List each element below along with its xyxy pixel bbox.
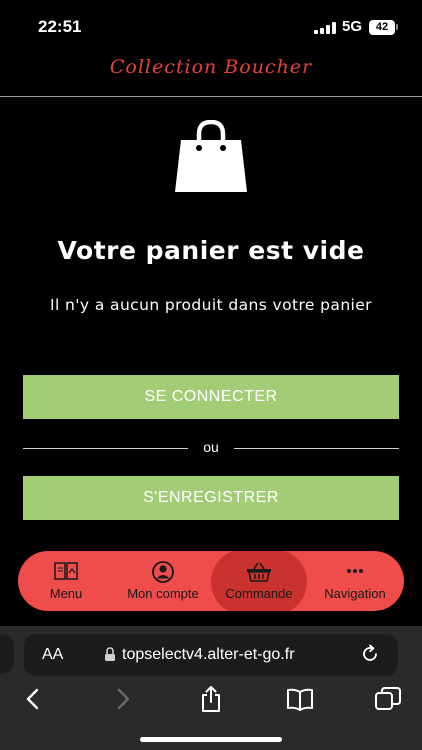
or-separator: ou — [23, 438, 399, 458]
share-icon[interactable] — [196, 684, 226, 714]
nav-label-navigation: Navigation — [324, 586, 386, 601]
book-menu-icon — [54, 562, 78, 580]
register-button[interactable]: S'ENREGISTRER — [23, 476, 399, 520]
user-account-icon — [152, 561, 174, 583]
nav-item-order[interactable]: Commande — [211, 551, 307, 611]
status-bar: 22:51 5G 42 — [0, 0, 422, 50]
lock-icon — [105, 647, 115, 661]
battery-tip — [396, 24, 398, 30]
tabs-icon[interactable] — [373, 684, 403, 714]
nav-label-account: Mon compte — [127, 586, 199, 601]
empty-cart-subtitle: Il n'y a aucun produit dans votre panier — [50, 296, 372, 314]
previous-tab-stub[interactable] — [0, 634, 14, 674]
bookmarks-icon[interactable] — [285, 684, 315, 714]
nav-item-navigation[interactable]: Navigation — [316, 551, 394, 611]
nav-label-menu: Menu — [49, 586, 83, 601]
shopping-bag-icon — [175, 120, 247, 192]
home-indicator — [140, 737, 282, 742]
login-button[interactable]: SE CONNECTER — [23, 375, 399, 419]
forward-icon[interactable] — [108, 684, 138, 714]
url-text[interactable]: topselectv4.alter-et-go.fr — [122, 646, 295, 664]
network-type: 5G — [342, 18, 363, 35]
empty-cart-title: Votre panier est vide — [57, 236, 365, 265]
separator-text: ou — [203, 439, 219, 455]
brand-title[interactable]: Collection Boucher — [0, 56, 422, 78]
more-dots-icon — [347, 569, 363, 573]
header-divider — [0, 96, 422, 97]
basket-icon — [247, 562, 271, 582]
page-settings-button[interactable]: AA — [42, 646, 63, 664]
signal-strength-icon — [314, 22, 336, 34]
address-bar[interactable]: AA topselectv4.alter-et-go.fr — [24, 634, 398, 676]
back-icon[interactable] — [18, 684, 48, 714]
screen: 22:51 5G 42 Collection Boucher Votre pan… — [0, 0, 422, 750]
status-time: 22:51 — [38, 17, 82, 36]
nav-item-menu[interactable]: Menu — [30, 551, 102, 611]
reload-icon[interactable] — [360, 644, 380, 664]
battery-icon: 42 — [369, 20, 395, 35]
nav-label-order: Commande — [225, 586, 293, 601]
nav-item-account[interactable]: Mon compte — [118, 551, 208, 611]
app-bottom-nav: Menu Mon compte Commande Navigation — [18, 551, 404, 611]
separator-line-right — [234, 448, 399, 449]
